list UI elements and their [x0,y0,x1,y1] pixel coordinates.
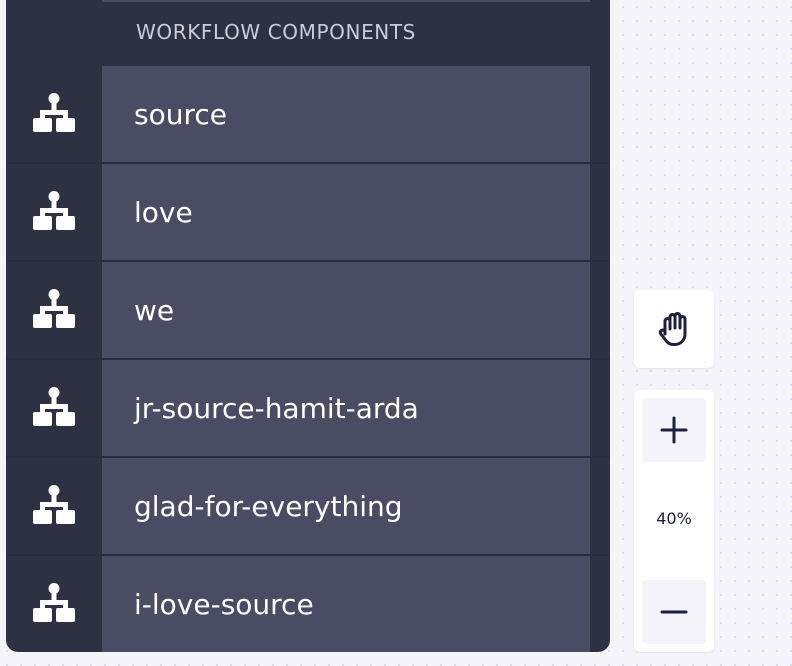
zoom-out-button[interactable] [642,580,706,644]
zoom-level: 40% [656,509,692,528]
component-name-cell: love [102,164,590,260]
pan-tool-button[interactable] [634,290,714,368]
component-item[interactable]: i-love-source [6,556,610,652]
component-item[interactable]: love [6,164,610,262]
component-name-cell: we [102,262,590,358]
component-label: jr-source-hamit-arda [134,391,419,425]
zoom-controls: 40% [634,390,714,652]
component-name-cell: glad-for-everything [102,458,590,554]
workflow-components-panel: WORKFLOW COMPONENTS source love we jr-so… [6,0,610,652]
plus-icon [660,416,688,444]
component-name-cell: jr-source-hamit-arda [102,360,590,456]
component-list: source love we jr-source-hamit-arda glad… [6,66,610,652]
component-name-cell: i-love-source [102,556,590,652]
component-label: source [134,97,227,131]
component-item[interactable]: glad-for-everything [6,458,610,556]
hierarchy-icon [6,556,102,652]
hierarchy-icon [6,360,102,456]
component-item[interactable]: jr-source-hamit-arda [6,360,610,458]
zoom-in-button[interactable] [642,398,706,462]
component-label: love [134,195,193,229]
hierarchy-icon [6,66,102,162]
component-item[interactable]: source [6,66,610,164]
hierarchy-icon [6,262,102,358]
component-name-cell: source [102,66,590,162]
component-item[interactable]: we [6,262,610,360]
hand-icon [658,312,687,346]
hierarchy-icon [6,458,102,554]
component-label: we [134,293,175,327]
hierarchy-icon [6,164,102,260]
component-label: i-love-source [134,587,314,621]
panel-divider [102,0,590,2]
component-label: glad-for-everything [134,489,403,523]
section-title: WORKFLOW COMPONENTS [136,20,416,44]
minus-icon [660,610,688,614]
